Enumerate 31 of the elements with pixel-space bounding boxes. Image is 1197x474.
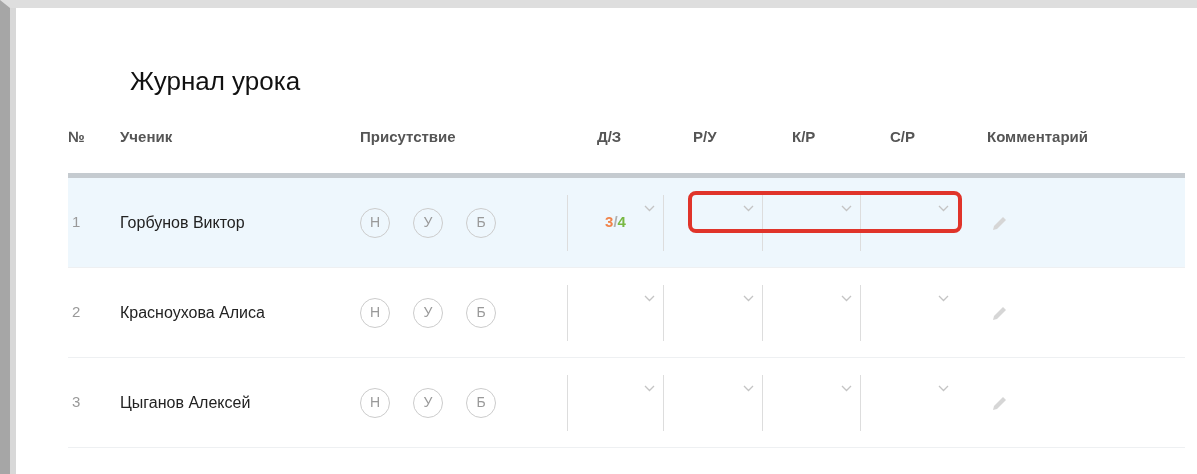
table-row[interactable]: 3 Цыганов Алексей Н У Б [68, 358, 1185, 448]
chevron-down-icon [644, 204, 655, 212]
table-row[interactable]: 2 Красноухова Алиса Н У Б [68, 268, 1185, 358]
chevron-down-icon [938, 204, 949, 212]
student-name: Цыганов Алексей [120, 392, 252, 413]
table-row[interactable]: 1 Горбунов Виктор Н У Б 3/4 [68, 178, 1185, 268]
student-name: Красноухова Алиса [120, 302, 266, 323]
column-header: № [68, 126, 86, 147]
chevron-down-icon [841, 384, 852, 392]
chevron-down-icon [841, 294, 852, 302]
chevron-down-icon [743, 294, 754, 302]
page-title: Журнал урока [130, 65, 302, 98]
chevron-down-icon [743, 204, 754, 212]
chevron-down-icon [644, 384, 655, 392]
mark-select[interactable]: 3/4 [567, 194, 663, 251]
chevron-down-icon [644, 294, 655, 302]
column-header: С/Р [889, 126, 916, 147]
column-header: Р/У [692, 126, 718, 147]
row-number: 1 [71, 212, 82, 233]
column-header: Д/З [596, 126, 623, 147]
chevron-down-icon [938, 294, 949, 302]
column-header: Присутствие [360, 126, 457, 147]
row-number: 3 [71, 392, 82, 413]
chevron-down-icon [841, 204, 852, 212]
column-header: Комментарий [986, 126, 1089, 147]
column-header: К/Р [791, 126, 817, 147]
chevron-down-icon [938, 384, 949, 392]
row-number: 2 [71, 302, 82, 323]
chevron-down-icon [743, 384, 754, 392]
column-header: Ученик [120, 126, 174, 147]
student-name: Горбунов Виктор [120, 212, 246, 233]
